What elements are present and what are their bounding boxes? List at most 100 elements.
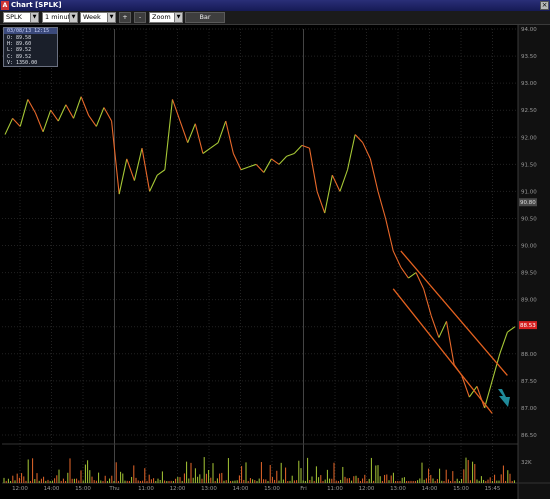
price-segment	[423, 288, 432, 317]
price-segment	[164, 99, 174, 170]
range-select[interactable]: Week ▼	[80, 12, 116, 23]
price-segment	[339, 169, 349, 192]
chevron-down-icon[interactable]: ▼	[69, 13, 77, 22]
toolbar: SPLK ▼ 1 minute ▼ Week ▼ + - Zoom ▼ Bar	[0, 11, 550, 25]
range-value: Week	[83, 13, 101, 21]
price-segment	[491, 353, 501, 382]
mode-value: Zoom	[152, 13, 171, 21]
price-segment	[438, 321, 447, 338]
symbol-select[interactable]: SPLK ▼	[3, 12, 39, 23]
y-tick-label: 88.00	[521, 352, 537, 358]
price-segment	[308, 147, 318, 192]
x-tick-label: 13:00	[390, 486, 406, 492]
x-tick-label: 14:00	[422, 486, 438, 492]
price-segment	[187, 123, 196, 143]
price-segment	[278, 155, 288, 165]
price-segment	[232, 153, 242, 170]
price-segment	[476, 386, 486, 409]
x-tick-label: 15:00	[264, 486, 280, 492]
window-title: Chart [SPLK]	[11, 1, 62, 9]
x-tick-label: Thu	[108, 486, 119, 492]
price-segment	[346, 134, 356, 170]
close-icon[interactable]: ×	[540, 1, 549, 10]
y-tick-label: 93.00	[521, 81, 537, 87]
app-icon: A	[1, 1, 9, 10]
x-tick-label: 12:00	[359, 486, 375, 492]
y-tick-label: 89.50	[521, 271, 537, 277]
price-segment	[217, 120, 227, 143]
window-title-bar: A Chart [SPLK] ×	[0, 0, 550, 11]
price-segment	[354, 134, 364, 144]
last-price-label: 88.53	[520, 323, 536, 329]
x-tick-label: 15:00	[453, 486, 469, 492]
price-segment	[103, 107, 113, 122]
price-segment	[88, 115, 97, 127]
symbol-value: SPLK	[6, 13, 22, 21]
x-tick-label: 15:45	[485, 486, 501, 492]
chart-grid	[2, 28, 518, 483]
price-segment	[34, 112, 44, 133]
chart-type-button[interactable]: Bar	[185, 12, 225, 23]
price-segment	[468, 385, 478, 398]
price-segment	[141, 147, 151, 192]
price-segment	[369, 158, 379, 192]
y-axis-panel	[518, 25, 550, 499]
price-segment	[111, 120, 120, 195]
price-segment	[499, 331, 508, 354]
price-segment	[179, 120, 189, 143]
price-segment	[95, 107, 105, 127]
zoom-in-button[interactable]: +	[119, 12, 131, 23]
price-series	[4, 96, 516, 409]
y-tick-label: 92.00	[521, 135, 537, 141]
x-tick-label: 14:00	[233, 486, 249, 492]
chevron-down-icon[interactable]: ▼	[30, 13, 38, 22]
price-segment	[293, 145, 303, 154]
price-segment	[286, 152, 295, 157]
y-tick-label: 86.50	[521, 433, 537, 439]
price-segment	[461, 375, 470, 398]
price-segment	[194, 123, 204, 154]
price-segment	[324, 175, 333, 214]
chevron-down-icon[interactable]: ▼	[107, 13, 115, 22]
y-tick-label: 90.50	[521, 216, 537, 222]
price-segment	[408, 272, 417, 279]
price-segment	[255, 163, 265, 173]
channel-upper-line	[400, 250, 508, 376]
interval-select[interactable]: 1 minute ▼	[42, 12, 78, 23]
price-segment	[271, 158, 280, 165]
price-segment	[156, 169, 166, 176]
mode-select[interactable]: Zoom ▼	[149, 12, 183, 23]
y-tick-label: 91.00	[521, 189, 537, 195]
zoom-out-button[interactable]: -	[134, 12, 146, 23]
x-tick-label: 15:00	[75, 486, 91, 492]
y-tick-label: 90.00	[521, 244, 537, 250]
price-segment	[484, 380, 493, 409]
ohlc-info-box: 03/08/13 12:15 O: 89.58 H: 89.60 L: 89.5…	[3, 27, 58, 67]
y-tick-label: 93.50	[521, 54, 537, 60]
x-tick-label: 14:00	[44, 486, 60, 492]
volume-series	[3, 457, 515, 483]
y-tick-label: 89.00	[521, 298, 537, 304]
y-axis: 94.00 93.50 93.00 92.50 92.00 91.50 91.00 90.50…	[517, 25, 550, 499]
price-chart[interactable]: 94.00 93.50 93.00 92.50 92.00 91.50 91.00 90.50…	[0, 25, 550, 499]
ohlc-volume: V: 1350.00	[7, 59, 38, 66]
y-tick-label: 94.00	[521, 27, 537, 33]
x-axis: 12:00 14:00 15:00 Thu 11:00 12:00 13:00 14:00 15…	[2, 482, 550, 492]
y-tick-label: 92.50	[521, 108, 537, 114]
price-segment	[126, 158, 135, 181]
y-tick-label: 91.50	[521, 162, 537, 168]
price-segment	[42, 110, 52, 133]
price-segment	[210, 142, 219, 149]
price-segment	[72, 96, 82, 119]
price-segment	[331, 174, 341, 192]
price-segment	[4, 118, 14, 135]
chevron-down-icon[interactable]: ▼	[174, 13, 182, 22]
arrow-icon	[498, 389, 510, 407]
ohlc-header: 03/08/13 12:15	[4, 28, 57, 34]
marker-price-label: 90.80	[520, 200, 536, 206]
price-segment	[263, 158, 272, 173]
price-segment	[57, 104, 67, 122]
x-tick-label: 13:00	[201, 486, 217, 492]
price-segment	[316, 191, 326, 214]
price-segment	[80, 96, 90, 116]
